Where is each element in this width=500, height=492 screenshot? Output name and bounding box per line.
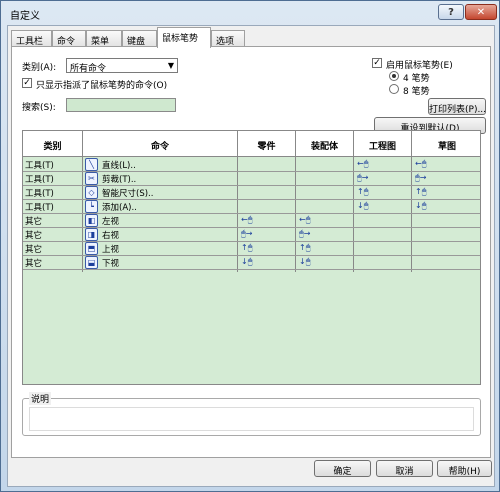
row-assembly-gesture[interactable]: ↓🖱	[299, 257, 311, 267]
row-category: 其它	[25, 217, 43, 227]
enable-gestures-label: 启用鼠标笔势(E)	[386, 61, 453, 71]
category-value: 所有命令	[70, 64, 107, 74]
close-icon: ✕	[476, 6, 486, 18]
table-row[interactable]: 工具(T) ✂ 剪裁(T).. 🖱→ 🖱→	[23, 172, 480, 186]
row-command: 上视	[102, 245, 120, 255]
row-assembly-gesture[interactable]: ↑🖱	[299, 243, 311, 253]
row-command: 左视	[102, 217, 120, 227]
radio-4-gestures-label: 4 笔势	[403, 74, 430, 84]
tab-toolbars[interactable]: 工具栏	[11, 30, 52, 47]
table-row[interactable]: 其它 ⬒ 上视 ↑🖱 ↑🖱	[23, 242, 480, 256]
left-view-icon: ◧	[85, 214, 98, 227]
title-bar: 自定义 ? ✕	[2, 2, 498, 24]
right-view-icon: ◨	[85, 228, 98, 241]
chevron-down-icon: ▼	[167, 61, 174, 70]
row-sketch-gesture[interactable]: ←🖱	[415, 159, 427, 169]
row-command: 智能尺寸(S)..	[102, 189, 154, 199]
table-row[interactable]: 工具(T) ◇ 智能尺寸(S).. ↑🖱 ↑🖱	[23, 186, 480, 200]
row-category: 其它	[25, 231, 43, 241]
row-category: 工具(T)	[25, 189, 54, 199]
help-title-button[interactable]: ?	[438, 4, 464, 20]
row-category: 其它	[25, 259, 43, 269]
category-label: 类别(A):	[22, 63, 57, 73]
row-command: 添加(A)..	[102, 203, 137, 213]
tab-menus[interactable]: 菜单	[86, 30, 122, 47]
table-row[interactable]: 其它 ⬓ 下视 ↓🖱 ↓🖱	[23, 256, 480, 270]
table-header: 类别 命令 零件 装配体 工程图 草图	[23, 131, 480, 157]
table-row[interactable]: 其它 ◧ 左视 ←🖱 ←🖱	[23, 214, 480, 228]
smart-dimension-icon: ◇	[85, 186, 98, 199]
radio-8-gestures-label: 8 笔势	[403, 87, 430, 97]
row-command: 直线(L)..	[102, 161, 136, 171]
radio-8-gestures[interactable]	[389, 84, 399, 94]
row-assembly-gesture[interactable]: ←🖱	[299, 215, 311, 225]
row-category: 工具(T)	[25, 175, 54, 185]
row-drawing-gesture[interactable]: ↓🖱	[357, 201, 369, 211]
col-part[interactable]: 零件	[238, 131, 296, 157]
row-command: 剪裁(T)..	[102, 175, 137, 185]
help-button[interactable]: 帮助(H)	[437, 460, 492, 477]
ok-button[interactable]: 确定	[314, 460, 371, 477]
row-drawing-gesture[interactable]: 🖱→	[357, 173, 369, 183]
close-button[interactable]: ✕	[465, 4, 497, 20]
row-sketch-gesture[interactable]: ↓🖱	[415, 201, 427, 211]
question-icon: ?	[448, 6, 454, 18]
row-sketch-gesture[interactable]: 🖱→	[415, 173, 427, 183]
table-row[interactable]: 工具(T) ╲ 直线(L).. ←🖱 ←🖱	[23, 158, 480, 172]
tab-options[interactable]: 选项	[211, 30, 245, 47]
add-icon: ┕	[85, 200, 98, 213]
tab-mouse-gestures[interactable]: 鼠标笔势	[157, 27, 211, 48]
row-command: 下视	[102, 259, 120, 269]
row-category: 工具(T)	[25, 161, 54, 171]
gesture-table: 类别 命令 零件 装配体 工程图 草图 工具(T) ╲ 直线(L).. ←🖱 ←🖱 工具(…	[22, 130, 481, 385]
only-assigned-label: 只显示指派了鼠标笔势的命令(O)	[36, 81, 168, 91]
row-category: 其它	[25, 245, 43, 255]
col-category[interactable]: 类别	[23, 131, 83, 157]
search-label: 搜索(S):	[22, 103, 56, 113]
row-part-gesture[interactable]: ↓🖱	[241, 257, 253, 267]
print-list-button[interactable]: 打印列表(P)...	[428, 98, 486, 115]
col-command[interactable]: 命令	[83, 131, 238, 157]
enable-gestures-checkbox[interactable]: ✓	[372, 58, 382, 68]
tab-keyboard[interactable]: 键盘	[122, 30, 157, 47]
check-icon: ✓	[373, 58, 381, 68]
row-command: 右视	[102, 231, 120, 241]
row-drawing-gesture[interactable]: ↑🖱	[357, 187, 369, 197]
row-assembly-gesture[interactable]: 🖱→	[299, 229, 311, 239]
row-part-gesture[interactable]: ←🖱	[241, 215, 253, 225]
category-select[interactable]: 所有命令 ▼	[66, 58, 178, 74]
cancel-button[interactable]: 取消	[376, 460, 433, 477]
row-sketch-gesture[interactable]: ↑🖱	[415, 187, 427, 197]
table-row[interactable]: 工具(T) ┕ 添加(A).. ↓🖱 ↓🖱	[23, 200, 480, 214]
trim-icon: ✂	[85, 172, 98, 185]
col-drawing[interactable]: 工程图	[354, 131, 412, 157]
top-view-icon: ⬒	[85, 242, 98, 255]
col-assembly[interactable]: 装配体	[296, 131, 354, 157]
only-assigned-checkbox[interactable]: ✓	[22, 78, 32, 88]
table-row[interactable]: 其它 ◨ 右视 🖱→ 🖱→	[23, 228, 480, 242]
line-icon: ╲	[85, 158, 98, 171]
dialog-body: 工具栏 命令 菜单 键盘 鼠标笔势 选项 类别(A): 所有命令 ▼ ✓ 只显示…	[7, 25, 495, 487]
col-sketch[interactable]: 草图	[412, 131, 480, 157]
row-drawing-gesture[interactable]: ←🖱	[357, 159, 369, 169]
bottom-view-icon: ⬓	[85, 256, 98, 269]
tab-commands[interactable]: 命令	[52, 30, 86, 47]
search-input[interactable]	[66, 98, 176, 112]
row-category: 工具(T)	[25, 203, 54, 213]
customize-dialog: 自定义 ? ✕ 工具栏 命令 菜单 键盘 鼠标笔势 选项 类别(A): 所有命令…	[0, 0, 500, 492]
check-icon: ✓	[23, 78, 31, 88]
window-title: 自定义	[10, 11, 40, 22]
description-label: 说明	[29, 392, 52, 405]
description-group: 说明	[22, 392, 481, 436]
row-part-gesture[interactable]: 🖱→	[241, 229, 253, 239]
row-part-gesture[interactable]: ↑🖱	[241, 243, 253, 253]
description-text	[29, 407, 474, 431]
radio-4-gestures[interactable]	[389, 71, 399, 81]
